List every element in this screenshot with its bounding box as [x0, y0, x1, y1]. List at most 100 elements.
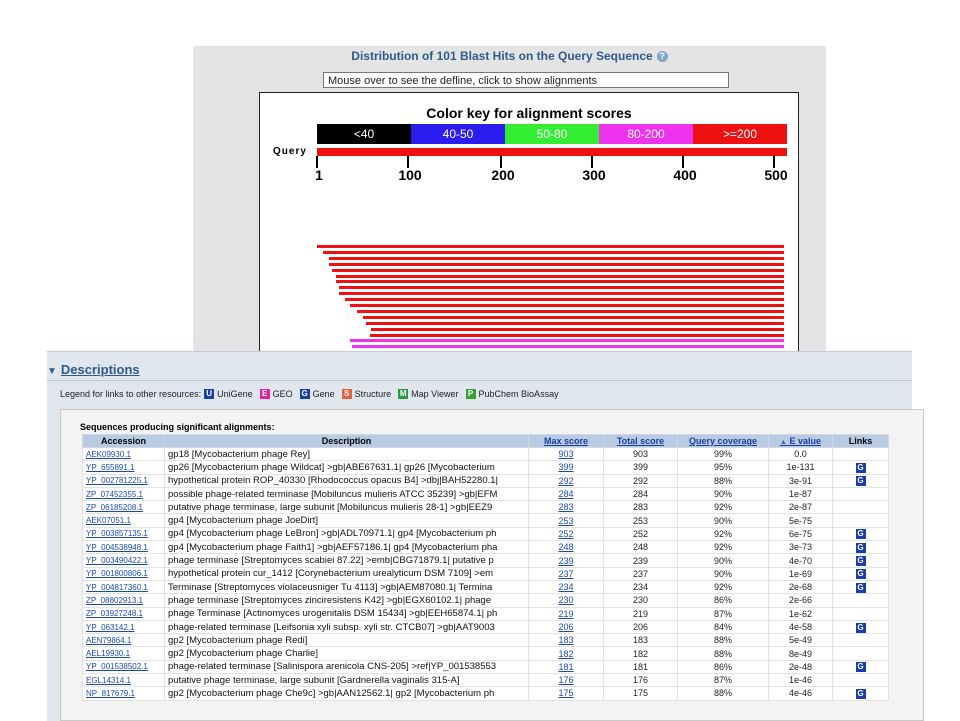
gene-link-icon[interactable]: G — [855, 622, 866, 633]
accession-link[interactable]: NP_817679.1 — [82, 686, 165, 701]
gene-link-icon[interactable]: G — [855, 462, 866, 473]
max-score-link[interactable]: 239 — [528, 553, 604, 568]
hit-bar[interactable] — [329, 256, 784, 260]
descriptions-header[interactable]: ▼ Descriptions — [47, 362, 140, 377]
legend-pubchem-bioassay-icon: P — [465, 389, 476, 399]
max-score-link[interactable]: 253 — [528, 513, 604, 528]
accession-link[interactable]: YP_004817360.1 — [82, 579, 165, 595]
gene-link-icon[interactable]: G — [855, 529, 866, 540]
legend-label: Structure — [354, 389, 392, 399]
accession-link[interactable]: YP_003857135.1 — [82, 526, 165, 542]
blast-graphic-panel: Distribution of 101 Blast Hits on the Qu… — [193, 46, 826, 384]
max-score-link[interactable]: 399 — [528, 460, 604, 475]
accession-link[interactable]: ZP_08802913.1 — [82, 593, 165, 608]
accession-link[interactable]: ZP_06185208.1 — [82, 500, 165, 515]
query-coverage-cell: 95% — [677, 460, 769, 475]
collapse-arrow-icon[interactable]: ▼ — [47, 366, 57, 377]
max-score-link[interactable]: 176 — [528, 673, 604, 688]
e-value-cell: 2e-48 — [768, 659, 833, 675]
gene-link-icon[interactable]: G — [855, 688, 866, 699]
hit-bar[interactable] — [370, 333, 784, 337]
gene-link-icon[interactable]: G — [855, 569, 866, 580]
max-score-link[interactable]: 182 — [528, 646, 604, 661]
max-score-link[interactable]: 175 — [528, 686, 604, 701]
accession-link[interactable]: EGL14314.1 — [82, 673, 165, 688]
accession-link[interactable]: AEK07051.1 — [82, 513, 165, 528]
help-icon[interactable]: ? — [656, 51, 668, 63]
col-e-value[interactable]: ▲ E value — [768, 434, 833, 448]
descriptions-title[interactable]: Descriptions — [61, 362, 140, 377]
max-score-link[interactable]: 284 — [528, 486, 604, 502]
hit-bar[interactable] — [339, 292, 784, 296]
hit-bar[interactable] — [332, 268, 784, 272]
accession-link[interactable]: YP_001538502.1 — [82, 659, 165, 675]
hit-bar[interactable] — [363, 315, 784, 319]
e-value-cell: 1e-87 — [768, 486, 833, 502]
total-score-cell: 399 — [603, 460, 678, 475]
gene-link-icon[interactable]: G — [855, 542, 866, 553]
max-score-link[interactable]: 181 — [528, 659, 604, 675]
divider — [47, 380, 912, 381]
accession-link[interactable]: YP_063142.1 — [82, 619, 165, 635]
max-score-link[interactable]: 248 — [528, 540, 604, 555]
e-value-cell: 5e-49 — [768, 633, 833, 648]
table-row: YP_063142.1 phage-related terminase [Leif… — [82, 619, 889, 635]
links-cell: G — [832, 566, 889, 581]
description-cell: possible phage-related terminase [Mobilu… — [164, 486, 529, 502]
max-score-link[interactable]: 234 — [528, 579, 604, 595]
hit-bar[interactable] — [352, 345, 784, 349]
accession-link[interactable]: AEL19930.1 — [82, 646, 165, 661]
max-score-link[interactable]: 292 — [528, 473, 604, 488]
accession-link[interactable]: ZP_07452355.1 — [82, 486, 165, 502]
gene-link-icon[interactable]: G — [855, 662, 866, 673]
gene-link-icon[interactable]: G — [855, 582, 866, 593]
accession-link[interactable]: AEK09930.1 — [82, 446, 165, 462]
hit-bar[interactable] — [345, 298, 784, 302]
hit-bar[interactable] — [336, 280, 784, 284]
accession-link[interactable]: YP_002781225.1 — [82, 473, 165, 488]
table-row: AEL19930.1 gp2 [Mycobacterium phage Charl… — [82, 646, 889, 661]
accession-link[interactable]: YP_001800806.1 — [82, 566, 165, 581]
query-coverage-cell: 88% — [677, 686, 769, 701]
hit-bar[interactable] — [371, 327, 784, 331]
col-total-score[interactable]: Total score — [603, 434, 678, 448]
hit-bar[interactable] — [336, 274, 784, 278]
description-cell: gp2 [Mycobacterium phage Redi] — [164, 633, 529, 648]
accession-link[interactable]: YP_004538948.1 — [82, 540, 165, 555]
accession-link[interactable]: ZP_03927248.1 — [82, 606, 165, 621]
total-score-cell: 219 — [603, 606, 678, 621]
accession-link[interactable]: AEN79864.1 — [82, 633, 165, 648]
col-e-value-label[interactable]: E value — [789, 436, 821, 446]
hit-bar[interactable] — [350, 304, 784, 307]
max-score-link[interactable]: 206 — [528, 619, 604, 635]
max-score-link[interactable]: 903 — [528, 446, 604, 462]
hit-bar[interactable] — [339, 286, 784, 290]
hit-bar[interactable] — [323, 250, 784, 254]
col-query-coverage[interactable]: Query coverage — [677, 434, 769, 448]
total-score-cell: 283 — [603, 500, 678, 515]
max-score-link[interactable]: 237 — [528, 566, 604, 581]
gene-link-icon[interactable]: G — [855, 556, 866, 567]
accession-link[interactable]: YP_655891.1 — [82, 460, 165, 475]
max-score-link[interactable]: 252 — [528, 526, 604, 542]
max-score-link[interactable]: 183 — [528, 633, 604, 648]
max-score-link[interactable]: 230 — [528, 593, 604, 608]
hit-bar[interactable] — [317, 245, 784, 248]
description-cell: putative phage terminase, large subunit … — [164, 500, 529, 515]
hit-bar[interactable] — [357, 309, 784, 313]
description-cell: hypothetical protein cur_1412 [Corynebac… — [164, 566, 529, 581]
hit-bar[interactable] — [350, 339, 784, 343]
hit-bar[interactable] — [366, 321, 784, 325]
sort-asc-icon[interactable]: ▲ — [780, 439, 787, 446]
accession-link[interactable]: YP_003490422.1 — [82, 553, 165, 568]
max-score-link[interactable]: 283 — [528, 500, 604, 515]
description-cell: phage Terminase [Actinomyces urogenitali… — [164, 606, 529, 621]
links-cell — [832, 646, 889, 661]
max-score-link[interactable]: 219 — [528, 606, 604, 621]
e-value-cell: 4e-70 — [768, 553, 833, 568]
total-score-cell: 237 — [603, 566, 678, 581]
col-max-score[interactable]: Max score — [528, 434, 604, 448]
hit-bar[interactable] — [329, 262, 784, 266]
table-row: ZP_03927248.1 phage Terminase [Actinomyce… — [82, 606, 889, 621]
gene-link-icon[interactable]: G — [855, 476, 866, 487]
